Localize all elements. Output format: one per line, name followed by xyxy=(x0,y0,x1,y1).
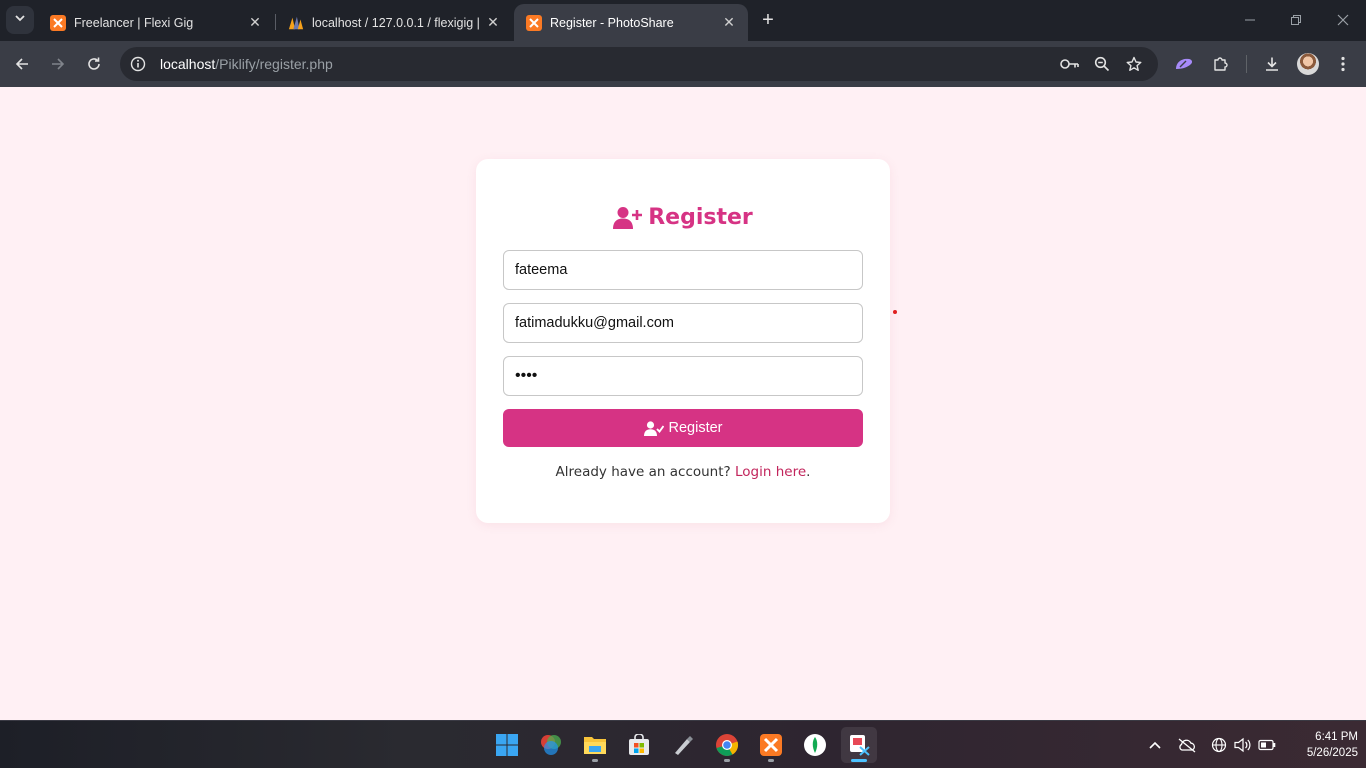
plus-icon: + xyxy=(762,8,774,31)
new-tab-button[interactable]: + xyxy=(756,8,780,32)
running-indicator xyxy=(592,759,598,762)
profile-avatar[interactable] xyxy=(1297,53,1319,75)
login-link[interactable]: Login here xyxy=(735,464,806,480)
address-bar[interactable]: localhost/Piklify/register.php xyxy=(120,47,1158,81)
tab-title: localhost / 127.0.0.1 / flexigig | p xyxy=(312,15,484,30)
login-suffix: . xyxy=(806,464,811,480)
register-card: Register Register Already have an accoun… xyxy=(476,159,890,523)
xampp-icon xyxy=(526,14,542,31)
extensions-puzzle-icon[interactable] xyxy=(1206,50,1234,78)
register-title: Register xyxy=(648,205,753,230)
password-field[interactable] xyxy=(503,356,863,396)
close-icon[interactable]: ✕ xyxy=(720,14,738,32)
cursor-dot xyxy=(893,310,897,314)
page-content: Register Register Already have an accoun… xyxy=(0,87,1366,720)
close-icon[interactable]: ✕ xyxy=(484,14,502,32)
cloud-offline-icon[interactable] xyxy=(1177,735,1197,755)
menu-kebab-icon[interactable] xyxy=(1329,50,1357,78)
start-icon[interactable] xyxy=(489,727,525,763)
tab-register[interactable]: Register - PhotoShare ✕ xyxy=(514,4,748,41)
back-button[interactable] xyxy=(8,50,36,78)
close-icon[interactable]: ✕ xyxy=(246,14,264,32)
xampp-icon[interactable] xyxy=(753,727,789,763)
download-icon[interactable] xyxy=(1258,50,1286,78)
minimize-button[interactable] xyxy=(1238,8,1262,32)
xampp-icon xyxy=(50,14,66,31)
chrome-icon[interactable] xyxy=(709,727,745,763)
mongodb-compass-icon[interactable] xyxy=(797,727,833,763)
running-indicator xyxy=(724,759,730,762)
pen-tool-icon[interactable] xyxy=(665,727,701,763)
snipping-tool-icon[interactable] xyxy=(841,727,877,763)
forward-button[interactable] xyxy=(44,50,72,78)
email-field[interactable] xyxy=(503,303,863,343)
user-plus-icon xyxy=(613,206,643,229)
chevron-up-icon[interactable] xyxy=(1145,735,1165,755)
battery-icon[interactable] xyxy=(1257,735,1277,755)
login-prompt-line: Already have an account? Login here. xyxy=(476,464,890,480)
running-indicator xyxy=(851,759,867,762)
running-indicator xyxy=(768,759,774,762)
site-info-icon[interactable] xyxy=(124,50,152,78)
url-host: localhost xyxy=(160,56,216,72)
reload-button[interactable] xyxy=(80,50,108,78)
chevron-down-icon xyxy=(14,11,26,29)
extension-icon[interactable] xyxy=(1170,50,1198,78)
volume-icon[interactable] xyxy=(1233,735,1253,755)
browser-tab-strip: Freelancer | Flexi Gig ✕ localhost / 127… xyxy=(0,0,1366,41)
restore-button[interactable] xyxy=(1284,8,1308,32)
key-icon[interactable] xyxy=(1056,50,1084,78)
login-prompt-text: Already have an account? xyxy=(555,464,731,480)
phpmyadmin-icon xyxy=(288,15,304,31)
user-check-icon xyxy=(643,420,664,436)
bookmark-star-icon[interactable] xyxy=(1120,50,1148,78)
system-clock[interactable]: 6:41 PM 5/26/2025 xyxy=(1280,729,1358,761)
tab-phpmyadmin[interactable]: localhost / 127.0.0.1 / flexigig | p ✕ xyxy=(276,4,512,41)
tab-title: Register - PhotoShare xyxy=(550,15,674,30)
username-field[interactable] xyxy=(503,250,863,290)
window-close-button[interactable] xyxy=(1331,8,1355,32)
register-button-label: Register xyxy=(668,420,723,436)
clock-date: 5/26/2025 xyxy=(1306,747,1358,759)
register-button[interactable]: Register xyxy=(503,409,863,447)
browser-toolbar: localhost/Piklify/register.php xyxy=(0,41,1366,87)
url-text[interactable]: localhost/Piklify/register.php xyxy=(160,56,333,72)
zoom-icon[interactable] xyxy=(1088,50,1116,78)
toolbar-divider xyxy=(1246,55,1247,73)
microsoft-store-icon[interactable] xyxy=(621,727,657,763)
clock-time: 6:41 PM xyxy=(1315,731,1358,743)
file-explorer-icon[interactable] xyxy=(577,727,613,763)
color-wheel-icon[interactable] xyxy=(533,727,569,763)
tab-title: Freelancer | Flexi Gig xyxy=(74,15,194,30)
tab-freelancer[interactable]: Freelancer | Flexi Gig ✕ xyxy=(38,4,274,41)
globe-icon[interactable] xyxy=(1209,735,1229,755)
tab-search-button[interactable] xyxy=(6,6,34,34)
register-heading: Register xyxy=(476,205,890,230)
windows-taskbar: 6:41 PM 5/26/2025 xyxy=(0,720,1366,768)
url-path: /Piklify/register.php xyxy=(215,56,333,72)
